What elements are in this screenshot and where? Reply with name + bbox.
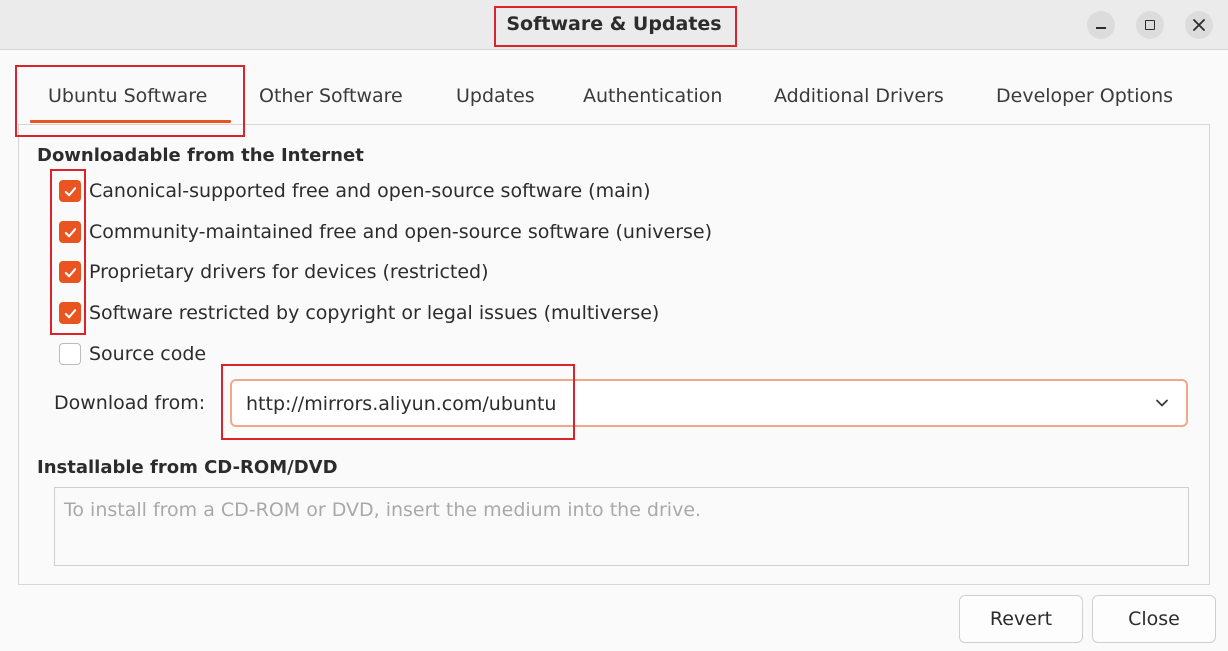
tab-other-software[interactable]: Other Software	[259, 85, 403, 107]
checkmark-icon	[64, 308, 76, 318]
tab-bar: Ubuntu Software Other Software Updates A…	[18, 68, 1210, 125]
checkmark-icon	[64, 267, 76, 277]
tab-updates[interactable]: Updates	[456, 85, 535, 107]
checkbox-universe-box[interactable]	[59, 221, 81, 243]
checkbox-restricted-box[interactable]	[59, 261, 81, 283]
checkbox-universe[interactable]: Community-maintained free and open-sourc…	[59, 219, 712, 245]
maximize-button[interactable]	[1136, 11, 1164, 39]
checkbox-multiverse-box[interactable]	[59, 302, 81, 324]
chevron-down-icon	[1156, 399, 1168, 407]
checkmark-icon	[64, 227, 76, 237]
tab-authentication[interactable]: Authentication	[583, 85, 722, 107]
close-button[interactable]: Close	[1092, 595, 1216, 643]
download-server-value: http://mirrors.aliyun.com/ubuntu	[246, 393, 557, 415]
checkbox-main[interactable]: Canonical-supported free and open-source…	[59, 178, 650, 204]
maximize-icon	[1145, 20, 1155, 30]
checkbox-multiverse-label: Software restricted by copyright or lega…	[89, 302, 660, 324]
checkbox-source-code-box[interactable]	[59, 343, 81, 365]
checkbox-main-label: Canonical-supported free and open-source…	[89, 180, 651, 202]
minimize-icon	[1096, 27, 1106, 29]
cdrom-list[interactable]: To install from a CD-ROM or DVD, insert …	[54, 487, 1189, 566]
revert-button[interactable]: Revert	[959, 595, 1083, 643]
checkbox-source-code-label: Source code	[89, 343, 207, 365]
checkbox-restricted-label: Proprietary drivers for devices (restric…	[89, 261, 489, 283]
checkbox-restricted[interactable]: Proprietary drivers for devices (restric…	[59, 259, 489, 285]
download-server-dropdown[interactable]: http://mirrors.aliyun.com/ubuntu	[230, 379, 1188, 427]
checkbox-multiverse[interactable]: Software restricted by copyright or lega…	[59, 300, 659, 326]
checkmark-icon	[64, 186, 76, 196]
close-window-button[interactable]	[1185, 11, 1213, 39]
cdrom-placeholder: To install from a CD-ROM or DVD, insert …	[64, 499, 702, 521]
close-icon	[1193, 19, 1205, 31]
tab-developer-options[interactable]: Developer Options	[996, 85, 1173, 107]
software-updates-window: Software & Updates Ubuntu Software Other…	[0, 0, 1228, 651]
window-title: Software & Updates	[506, 13, 722, 35]
checkbox-universe-label: Community-maintained free and open-sourc…	[89, 221, 713, 243]
minimize-button[interactable]	[1087, 11, 1115, 39]
tab-additional-drivers[interactable]: Additional Drivers	[774, 85, 944, 107]
cdrom-heading: Installable from CD-ROM/DVD	[37, 457, 338, 478]
active-tab-indicator	[30, 120, 231, 123]
download-from-label: Download from:	[54, 392, 206, 414]
downloadable-heading: Downloadable from the Internet	[37, 145, 364, 166]
tab-ubuntu-software[interactable]: Ubuntu Software	[48, 85, 207, 107]
checkbox-main-box[interactable]	[59, 180, 81, 202]
title-bar: Software & Updates	[0, 0, 1228, 50]
checkbox-source-code[interactable]: Source code	[59, 341, 206, 367]
